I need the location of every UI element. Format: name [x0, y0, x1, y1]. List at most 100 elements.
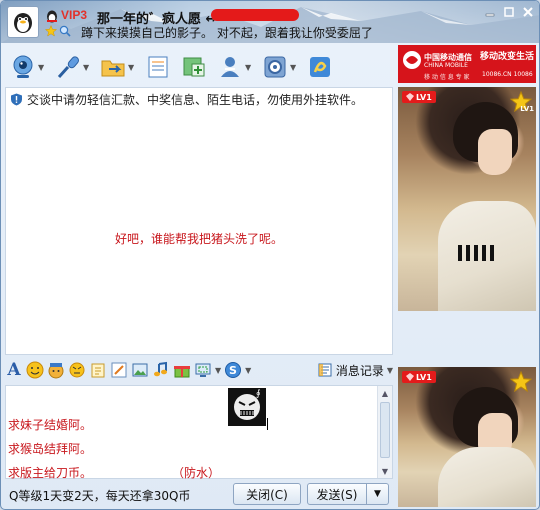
redacted-id	[211, 9, 299, 21]
font-button[interactable]: A	[5, 360, 23, 380]
format-toolbar: A ▼ S ▼ 消息记录 ▼	[5, 358, 393, 382]
minimize-button[interactable]	[481, 4, 499, 20]
sticker-image: ∮	[228, 388, 266, 426]
chat-history[interactable]: 交谈中请勿轻信汇款、中奖信息、陌生电话，勿使用外挂软件。 好吧，谁能帮我把猪头洗…	[5, 87, 393, 355]
ad-slogan: 移动改变生活	[480, 52, 535, 62]
contact-avatar[interactable]	[7, 6, 39, 38]
add-user-icon	[183, 57, 205, 77]
chevron-down-icon[interactable]: ▼	[128, 63, 136, 72]
search-icon	[59, 25, 71, 37]
window-controls	[481, 4, 537, 20]
vip-label: VIP3	[61, 8, 88, 22]
star-icon	[45, 25, 57, 37]
contact-show-image[interactable]: LV1 LV1	[398, 87, 536, 311]
message-input[interactable]: ∮ 求妹子结婚阿。 求猴岛结拜阿。 求版主给刀币。 （防水） ▲ ▼	[5, 385, 393, 480]
security-notice: 交谈中请勿轻信汇款、中奖信息、陌生电话，勿使用外挂软件。	[10, 91, 363, 108]
maximize-button[interactable]	[500, 4, 518, 20]
china-mobile-ad[interactable]: 中国移动通信 CHINA MOBILE 移 动 信 息 专 家 移动改变生活 1…	[398, 45, 536, 83]
chevron-down-icon[interactable]: ▼	[38, 63, 46, 72]
history-icon	[318, 363, 332, 377]
chevron-down-icon: ▼	[386, 365, 393, 375]
china-mobile-logo-icon	[403, 51, 421, 69]
mail-icon	[148, 56, 168, 78]
close-button[interactable]: 关闭(C)	[233, 483, 301, 505]
level-badge: LV1	[402, 91, 436, 103]
chat-window: VIP3 那一年的゛疯人愿 ↔ 蹲下来摸摸自己的影子。 对不起，跟着我让你受委屈…	[0, 0, 540, 510]
image-icon	[132, 363, 148, 377]
nudge-button[interactable]	[68, 361, 86, 379]
chevron-down-icon[interactable]: ▼	[245, 63, 253, 72]
voice-call-button[interactable]: ▼	[52, 51, 93, 83]
shake-icon	[69, 362, 85, 378]
music-note-icon	[154, 361, 167, 377]
my-show-image[interactable]: LV1	[398, 367, 536, 507]
swirl-app-icon	[310, 57, 330, 77]
text-cursor	[267, 418, 268, 430]
mood-icons	[45, 25, 71, 37]
diamond-icon	[406, 93, 414, 101]
video-call-button[interactable]: ▼	[7, 51, 48, 83]
smiley-icon	[26, 361, 44, 379]
send-options-dropdown[interactable]: ▼	[367, 483, 389, 505]
status-message[interactable]: Q等级1天变2天，每天还拿30Q币	[9, 487, 190, 504]
folder-icon	[101, 60, 125, 77]
shield-icon	[11, 93, 22, 106]
ad-subtitle: 移 动 信 息 专 家	[424, 74, 470, 81]
create-group-button[interactable]	[178, 51, 210, 83]
emoticon-button[interactable]	[26, 361, 44, 379]
send-image-button[interactable]	[131, 361, 149, 379]
star-badge-icon	[510, 371, 532, 393]
ad-line-2: CHINA MOBILE	[424, 62, 468, 69]
chat-message: 好吧，谁能帮我把猪头洗了呢。	[114, 232, 283, 246]
scroll-up-icon[interactable]: ▲	[378, 386, 392, 400]
qq-penguin-small-icon	[47, 10, 57, 23]
chevron-down-icon[interactable]: ▼	[215, 366, 221, 375]
input-line-3: 求版主给刀币。	[8, 466, 93, 480]
sticker-text: ∮	[256, 389, 261, 399]
personal-signature: 蹲下来摸摸自己的影子。 对不起，跟着我让你受委屈了	[81, 26, 373, 40]
svg-text:S: S	[229, 364, 237, 377]
gift-button[interactable]	[173, 361, 191, 379]
magic-face-icon	[48, 363, 64, 379]
qq-zone-button[interactable]	[304, 51, 336, 83]
screenshot-icon	[195, 363, 211, 377]
coin-icon: S	[225, 362, 242, 378]
send-sms-button[interactable]	[142, 51, 174, 83]
status-text: Q等级1天变2天，每天还拿30Q币	[9, 489, 191, 503]
chevron-down-icon[interactable]: ▼	[290, 63, 298, 72]
magic-emoticon-button[interactable]	[47, 361, 65, 379]
shirt-stripes	[458, 245, 498, 261]
screenshot-button[interactable]	[194, 361, 212, 379]
shirt-shape	[438, 447, 536, 507]
star-level: LV1	[520, 105, 534, 113]
title-banner: VIP3 那一年的゛疯人愿 ↔ 蹲下来摸摸自己的影子。 对不起，跟着我让你受委屈…	[1, 1, 539, 43]
message-history-button[interactable]: 消息记录 ▼	[317, 362, 393, 379]
scribble-button[interactable]	[110, 361, 128, 379]
maximize-icon	[504, 7, 514, 17]
voice-message-button[interactable]	[89, 361, 107, 379]
chevron-down-icon[interactable]: ▼	[83, 63, 91, 72]
input-scrollbar[interactable]: ▲ ▼	[377, 386, 392, 478]
user-info-icon	[221, 57, 239, 77]
send-button[interactable]: 发送(S)	[307, 483, 367, 505]
input-line-2: 求猴岛结拜阿。	[8, 442, 93, 456]
webcam-icon	[13, 55, 33, 78]
gear-icon	[264, 56, 286, 78]
gift-icon	[174, 366, 190, 378]
music-button[interactable]	[152, 361, 170, 379]
scroll-down-icon[interactable]: ▼	[378, 464, 392, 478]
remote-assist-button[interactable]: ▼	[214, 51, 255, 83]
level-badge: LV1	[402, 371, 436, 383]
payment-button[interactable]: S	[224, 361, 242, 379]
transfer-file-button[interactable]: ▼	[97, 51, 138, 83]
history-label: 消息记录	[335, 363, 384, 378]
toolbar: ▼ ▼ ▼ ▼ ▼	[7, 49, 393, 85]
penguin-icon	[14, 13, 32, 33]
scroll-thumb[interactable]	[380, 402, 390, 458]
minimize-icon	[485, 13, 495, 17]
input-note: （防水）	[172, 466, 221, 480]
close-window-button[interactable]	[519, 4, 537, 20]
chevron-down-icon[interactable]: ▼	[245, 366, 251, 375]
app-settings-button[interactable]: ▼	[259, 51, 300, 83]
face-shape	[478, 129, 512, 175]
